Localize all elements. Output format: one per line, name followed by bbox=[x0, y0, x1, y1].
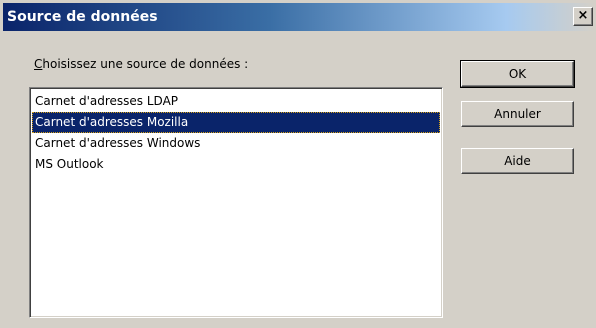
ok-button[interactable]: OK bbox=[460, 60, 575, 88]
help-button[interactable]: Aide bbox=[461, 148, 574, 174]
list-item-outlook[interactable]: MS Outlook bbox=[32, 154, 440, 175]
list-item-windows[interactable]: Carnet d'adresses Windows bbox=[32, 133, 440, 154]
window-title: Source de données bbox=[7, 9, 158, 25]
label-text: hoisissez une source de données : bbox=[42, 57, 249, 71]
close-button[interactable]: × bbox=[573, 7, 593, 26]
data-source-label: Choisissez une source de données : bbox=[34, 57, 248, 71]
title-bar[interactable]: Source de données × bbox=[3, 3, 595, 31]
cancel-button[interactable]: Annuler bbox=[461, 101, 574, 127]
data-source-list[interactable]: Carnet d'adresses LDAP Carnet d'adresses… bbox=[29, 87, 443, 318]
dialog-window: Source de données × Choisissez une sourc… bbox=[0, 0, 596, 328]
list-item-ldap[interactable]: Carnet d'adresses LDAP bbox=[32, 91, 440, 112]
list-item-mozilla[interactable]: Carnet d'adresses Mozilla bbox=[32, 112, 440, 133]
close-icon: × bbox=[577, 8, 589, 23]
